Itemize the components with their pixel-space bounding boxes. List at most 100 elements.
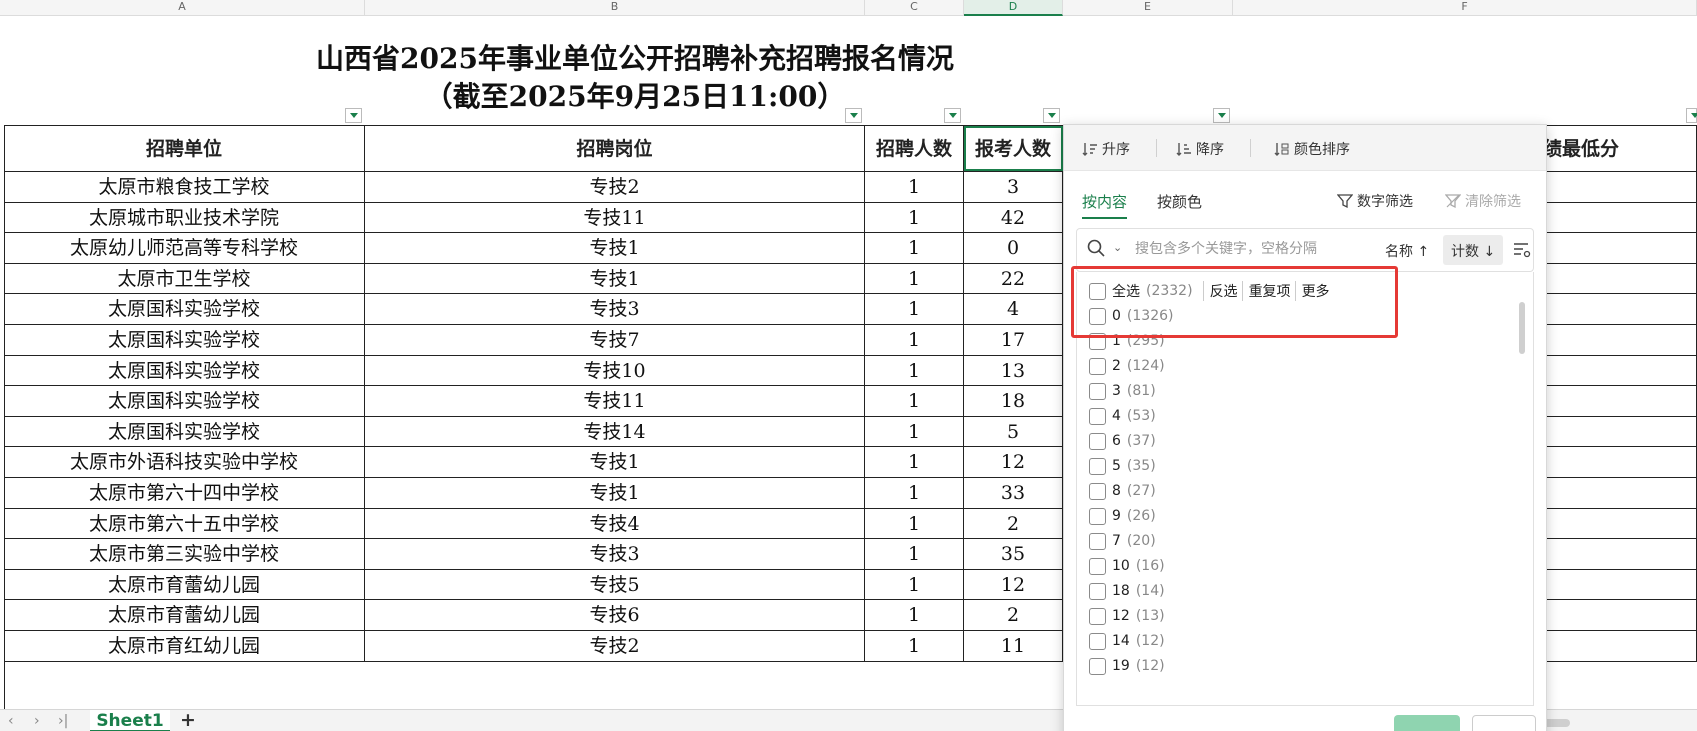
table-cell[interactable]: 专技2 [365, 631, 865, 661]
table-cell[interactable]: 1 [865, 447, 964, 477]
value-checkbox[interactable] [1089, 632, 1106, 650]
table-cell[interactable]: 1 [865, 416, 964, 447]
table-cell[interactable]: 1 [865, 569, 964, 600]
filter-value-item[interactable]: 8 (27) [1089, 480, 1156, 502]
table-cell[interactable]: 太原市第六十四中学校 [4, 478, 365, 508]
table-cell[interactable]: 专技6 [365, 600, 865, 630]
table-cell[interactable]: 35 [964, 539, 1063, 569]
table-cell[interactable]: 专技7 [365, 325, 865, 355]
filter-arrow-a[interactable] [345, 108, 362, 123]
table-cell[interactable]: 1 [865, 325, 964, 355]
list-settings-icon[interactable] [1513, 241, 1531, 259]
header-cell-position[interactable]: 招聘岗位 [365, 126, 865, 171]
table-cell[interactable]: 专技4 [365, 508, 865, 539]
table-cell[interactable]: 2 [964, 600, 1063, 630]
table-cell[interactable]: 专技11 [365, 386, 865, 416]
value-checkbox[interactable] [1089, 432, 1106, 450]
number-filter-button[interactable]: 数字筛选 [1337, 191, 1413, 211]
sort-by-count-button[interactable]: 计数 ↓ [1443, 235, 1504, 265]
table-cell[interactable]: 太原市育红幼儿园 [4, 631, 365, 661]
filter-value-item[interactable]: 9 (26) [1089, 505, 1156, 527]
list-scrollbar[interactable] [1519, 302, 1525, 354]
table-cell[interactable]: 12 [964, 447, 1063, 477]
table-cell[interactable]: 1 [865, 478, 964, 508]
sheet-tab-sheet1[interactable]: Sheet1 [90, 710, 170, 731]
table-cell[interactable]: 太原市粮食技工学校 [4, 172, 365, 202]
table-cell[interactable]: 太原国科实验学校 [4, 294, 365, 324]
value-checkbox[interactable] [1089, 582, 1106, 600]
header-cell-unit[interactable]: 招聘单位 [4, 126, 365, 171]
filter-arrow-b[interactable] [845, 108, 862, 123]
filter-value-item[interactable]: 10 (16) [1089, 555, 1165, 577]
clear-filter-button[interactable]: 清除筛选 [1445, 191, 1521, 211]
table-cell[interactable]: 1 [865, 172, 964, 202]
filter-value-item[interactable]: 18 (14) [1089, 580, 1165, 602]
table-cell[interactable]: 0 [964, 233, 1063, 263]
table-cell[interactable]: 太原市育蕾幼儿园 [4, 600, 365, 630]
table-cell[interactable]: 1 [865, 233, 964, 263]
table-cell[interactable]: 13 [964, 355, 1063, 386]
filter-arrow-f[interactable] [1686, 108, 1697, 123]
table-cell[interactable]: 11 [964, 631, 1063, 661]
table-cell[interactable]: 太原市外语科技实验中学校 [4, 447, 365, 477]
value-checkbox[interactable] [1089, 382, 1106, 400]
table-cell[interactable]: 2 [964, 508, 1063, 539]
table-cell[interactable]: 专技10 [365, 355, 865, 386]
table-cell[interactable]: 专技5 [365, 569, 865, 600]
tab-by-content[interactable]: 按内容 [1082, 191, 1128, 219]
table-cell[interactable]: 专技3 [365, 539, 865, 569]
filter-arrow-c[interactable] [944, 108, 961, 123]
last-sheet-icon[interactable]: ›| [58, 713, 68, 729]
table-cell[interactable]: 1 [865, 355, 964, 386]
filter-value-item[interactable]: 2 (124) [1089, 355, 1165, 377]
column-header-a[interactable]: A [0, 0, 365, 16]
column-header-c[interactable]: C [865, 0, 964, 16]
column-header-b[interactable]: B [365, 0, 865, 16]
table-cell[interactable]: 1 [865, 539, 964, 569]
value-checkbox[interactable] [1089, 557, 1106, 575]
value-checkbox[interactable] [1089, 482, 1106, 500]
table-cell[interactable]: 4 [964, 294, 1063, 324]
table-cell[interactable]: 17 [964, 325, 1063, 355]
first-sheet-icon[interactable]: ‹ [8, 713, 14, 729]
search-icon[interactable] [1087, 239, 1105, 257]
table-cell[interactable]: 专技2 [365, 172, 865, 202]
table-cell[interactable]: 3 [964, 172, 1063, 202]
table-cell[interactable]: 太原国科实验学校 [4, 325, 365, 355]
table-cell[interactable]: 太原幼儿师范高等专科学校 [4, 233, 365, 263]
filter-value-item[interactable]: 7 (20) [1089, 530, 1156, 552]
table-cell[interactable]: 1 [865, 508, 964, 539]
filter-value-item[interactable]: 5 (35) [1089, 455, 1156, 477]
filter-arrow-e[interactable] [1213, 108, 1230, 123]
table-cell[interactable]: 专技14 [365, 416, 865, 447]
prev-sheet-icon[interactable]: › [34, 713, 40, 729]
header-cell-applicants[interactable]: 报考人数 [964, 126, 1063, 171]
filter-value-item[interactable]: 19 (12) [1089, 655, 1165, 677]
table-cell[interactable]: 1 [865, 386, 964, 416]
value-checkbox[interactable] [1089, 657, 1106, 675]
table-cell[interactable]: 专技1 [365, 263, 865, 294]
value-checkbox[interactable] [1089, 607, 1106, 625]
table-cell[interactable]: 1 [865, 202, 964, 233]
table-cell[interactable]: 1 [865, 294, 964, 324]
table-cell[interactable]: 22 [964, 263, 1063, 294]
table-cell[interactable]: 太原市育蕾幼儿园 [4, 569, 365, 600]
cancel-button[interactable] [1472, 715, 1536, 731]
filter-arrow-d[interactable] [1043, 108, 1060, 123]
table-cell[interactable]: 1 [865, 600, 964, 630]
table-cell[interactable]: 太原国科实验学校 [4, 355, 365, 386]
confirm-button[interactable] [1394, 715, 1460, 731]
table-cell[interactable]: 太原城市职业技术学院 [4, 202, 365, 233]
sort-by-name-button[interactable]: 名称 ↑ [1385, 241, 1429, 261]
table-cell[interactable]: 专技1 [365, 478, 865, 508]
table-cell[interactable]: 1 [865, 631, 964, 661]
filter-value-item[interactable]: 12 (13) [1089, 605, 1165, 627]
value-checkbox[interactable] [1089, 407, 1106, 425]
value-checkbox[interactable] [1089, 532, 1106, 550]
value-checkbox[interactable] [1089, 507, 1106, 525]
filter-search-input[interactable] [1135, 241, 1375, 257]
table-cell[interactable]: 1 [865, 263, 964, 294]
table-cell[interactable]: 专技1 [365, 233, 865, 263]
table-cell[interactable]: 33 [964, 478, 1063, 508]
header-cell-hire-count[interactable]: 招聘人数 [865, 126, 964, 171]
